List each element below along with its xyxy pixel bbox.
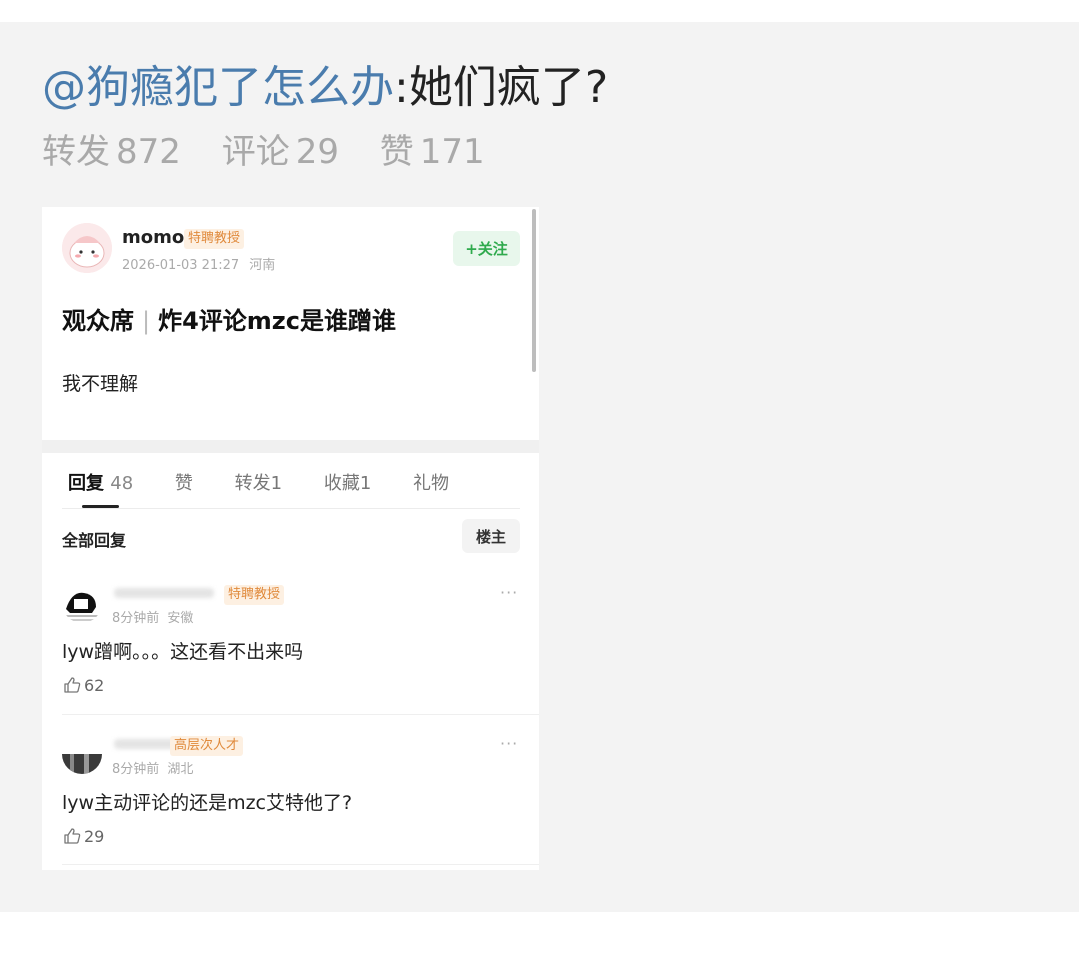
comment-location: 湖北 <box>167 762 194 777</box>
tab-likes-label: 赞 <box>174 473 193 494</box>
tab-favorites-label: 收藏 <box>323 473 360 494</box>
tab-replies-count: 48 <box>110 473 134 494</box>
mention-link[interactable]: @狗瘾犯了怎么办 <box>42 62 394 113</box>
comment-like-count: 29 <box>84 826 105 846</box>
tabs-divider <box>62 508 520 509</box>
comment-location: 安徽 <box>167 611 194 626</box>
comment-avatar[interactable] <box>62 583 102 623</box>
thumbs-up-icon <box>64 677 81 693</box>
post-title-category[interactable]: 观众席 <box>62 307 134 335</box>
comment-label: 评论 <box>221 132 290 172</box>
comment-meta: 8分钟前 安徽 <box>112 607 193 626</box>
tab-reposts[interactable]: 转发1 <box>235 469 282 495</box>
post-username[interactable]: momo <box>122 227 184 248</box>
post-body: 我不理解 <box>62 373 139 395</box>
tab-replies[interactable]: 回复 48 <box>68 469 133 495</box>
tab-favorites[interactable]: 收藏1 <box>324 469 371 495</box>
all-replies-label[interactable]: 全部回复 <box>62 527 126 551</box>
tab-gifts[interactable]: 礼物 <box>413 469 449 495</box>
comment-more-button[interactable]: ··· <box>500 734 518 753</box>
comment-like-button[interactable]: 62 <box>62 675 104 695</box>
comment-meta: 8分钟前 湖北 <box>112 758 193 777</box>
repost-stats: 转发 872 评论 29 赞 171 <box>42 128 515 176</box>
user-badge: 特聘教授 <box>184 229 245 249</box>
follow-button[interactable]: +关注 <box>453 231 520 266</box>
post-meta: 2026-01-03 21:27 河南 <box>122 254 275 273</box>
post-location: 河南 <box>249 258 276 273</box>
comment-badge: 高层次人才 <box>170 736 244 756</box>
comment-avatar[interactable] <box>62 734 102 774</box>
tab-likes[interactable]: 赞 <box>175 469 193 495</box>
post-timestamp: 2026-01-03 21:27 <box>122 258 240 273</box>
comment-stat[interactable]: 评论 29 <box>222 132 339 172</box>
post-title: 观众席 | 炸4评论mzc是谁蹭谁 <box>62 301 396 336</box>
like-stat[interactable]: 赞 171 <box>380 132 485 172</box>
tab-reposts-label: 转发 <box>234 473 271 494</box>
like-label: 赞 <box>379 132 414 172</box>
comment-like-count: 62 <box>84 675 105 695</box>
forward-label: 转发 <box>42 132 110 172</box>
tab-reposts-count: 1 <box>270 473 283 494</box>
scrollbar[interactable] <box>532 209 536 372</box>
post-title-text: 炸4评论mzc是谁蹭谁 <box>158 307 396 335</box>
forward-stat[interactable]: 转发 872 <box>42 132 181 172</box>
comment-divider <box>62 714 539 715</box>
comment-more-button[interactable]: ··· <box>500 583 518 602</box>
comment-text: lyw主动评论的还是mzc艾特他了? <box>62 792 353 814</box>
comment-username-blurred[interactable] <box>114 588 214 598</box>
comment-text: lyw蹭啊。。。这还看不出来吗 <box>62 641 304 663</box>
avatar-illustration <box>62 223 112 273</box>
tab-favorites-count: 1 <box>359 473 372 494</box>
comment-divider <box>62 864 539 865</box>
comment-avatar-image <box>62 734 102 774</box>
like-count: 171 <box>419 132 485 172</box>
tab-gifts-label: 礼物 <box>413 473 450 494</box>
repost-headline: @狗瘾犯了怎么办:她们疯了? <box>42 58 608 118</box>
embedded-screenshot: momo 特聘教授 2026-01-03 21:27 河南 +关注 观众席 | 炸4… <box>42 207 539 870</box>
avatar[interactable] <box>62 223 112 273</box>
top-white-strip <box>0 0 1079 22</box>
thumbs-up-icon <box>64 828 81 844</box>
forward-count: 872 <box>116 132 181 172</box>
reply-tabs: 回复 48 赞 转发1 收藏1 礼物 <box>68 469 485 495</box>
comment-badge: 特聘教授 <box>224 585 285 605</box>
repost-text: :她们疯了? <box>394 62 609 113</box>
comment-count: 29 <box>295 132 339 172</box>
tab-replies-label: 回复 <box>68 473 104 494</box>
comment-avatar-image <box>62 583 102 623</box>
title-separator: | <box>142 307 151 335</box>
comment-time: 8分钟前 <box>112 611 160 626</box>
comment-like-button[interactable]: 29 <box>62 826 104 846</box>
section-gap <box>42 440 539 453</box>
comment-time: 8分钟前 <box>112 762 160 777</box>
op-only-button[interactable]: 楼主 <box>462 519 520 553</box>
